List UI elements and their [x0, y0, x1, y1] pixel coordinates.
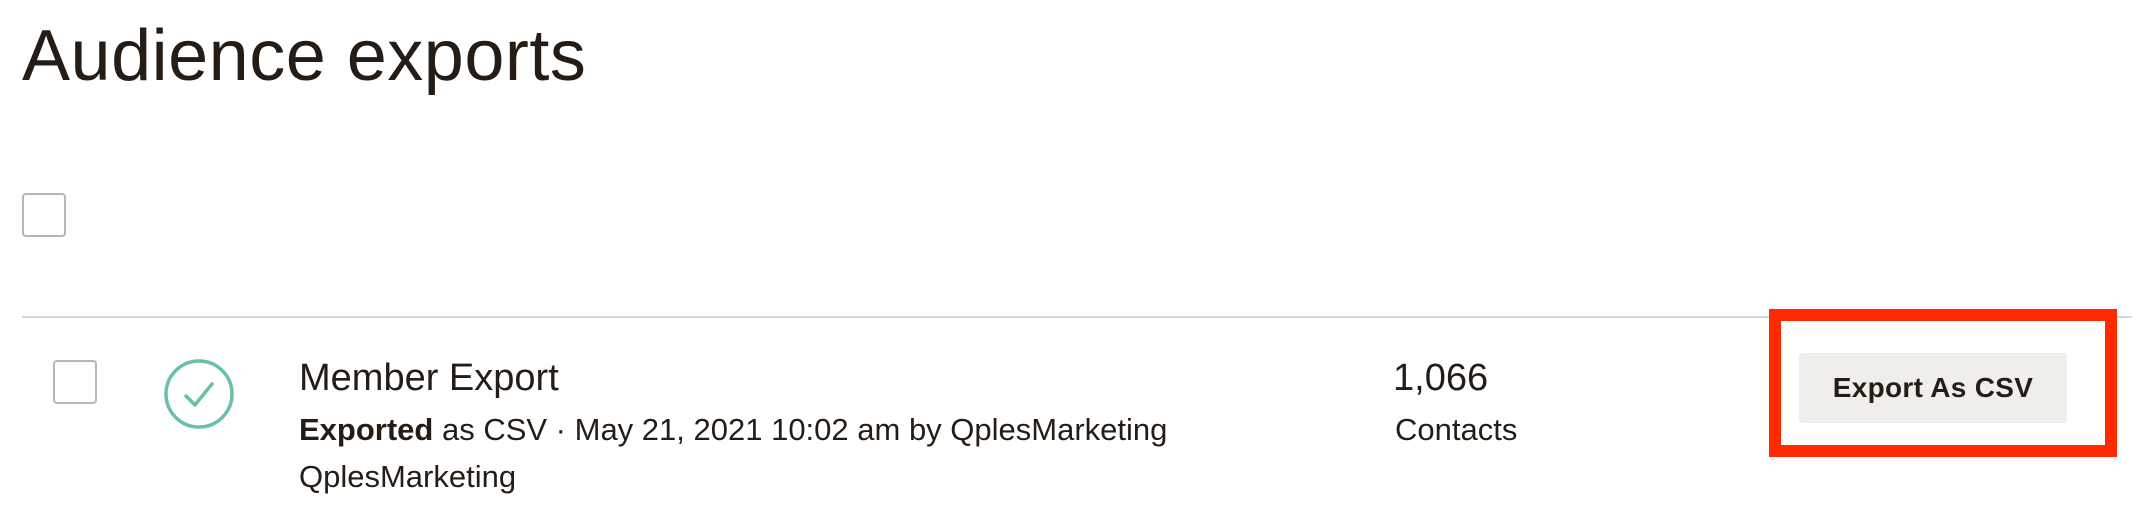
page-title: Audience exports: [22, 16, 587, 96]
export-status: Exported: [299, 412, 434, 447]
export-as-csv-button[interactable]: Export As CSV: [1799, 353, 2067, 423]
contact-count-label: Contacts: [1395, 412, 1518, 447]
audience-exports-page: Audience exports Member Export Exported …: [0, 0, 2140, 520]
check-circle-icon: [164, 359, 234, 429]
row-checkbox[interactable]: [53, 360, 97, 404]
select-all-checkbox[interactable]: [22, 193, 66, 237]
contact-count: 1,066: [1393, 357, 1489, 399]
export-details: Exported as CSV · May 21, 2021 10:02 am …: [299, 406, 1279, 500]
export-name: Member Export: [299, 357, 559, 399]
